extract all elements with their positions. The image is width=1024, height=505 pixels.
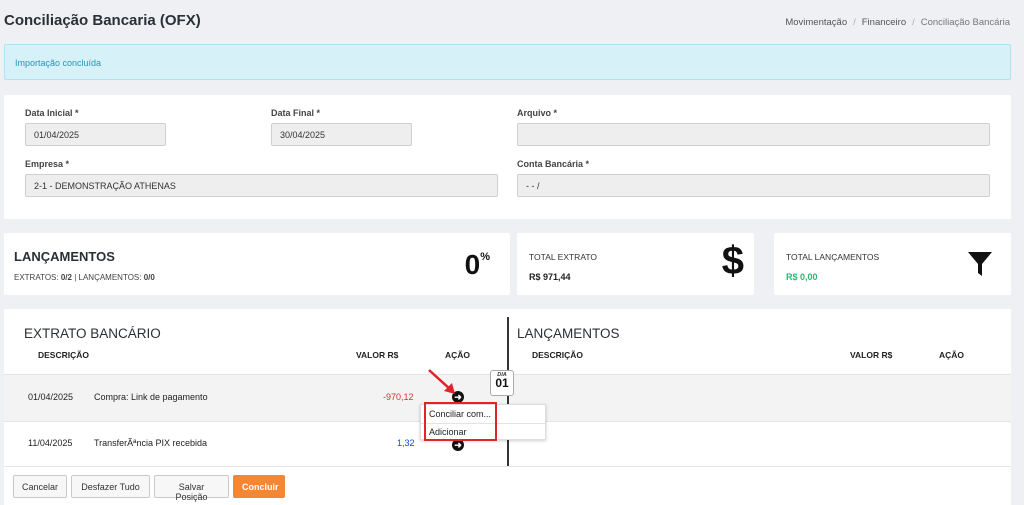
- import-success-alert: Importação concluída: [4, 44, 1011, 80]
- conciliation-percent: 0%: [465, 249, 490, 281]
- row-description: Compra: Link de pagamento: [94, 392, 208, 402]
- empresa-label: Empresa *: [25, 159, 70, 169]
- extratos-count: 0/2: [60, 273, 72, 282]
- conta-bancaria-field[interactable]: - - /: [517, 174, 990, 197]
- cancel-button[interactable]: Cancelar: [13, 475, 67, 498]
- red-pointer-arrow-icon: [428, 369, 455, 394]
- lancamentos-col-acao: AÇÃO: [939, 350, 965, 360]
- filter-card: Data Inicial * 01/04/2025 Data Final * 3…: [4, 95, 1011, 219]
- extrato-col-acao: AÇÃO: [445, 350, 471, 360]
- breadcrumb-item-financeiro[interactable]: Financeiro: [862, 17, 906, 28]
- dollar-icon: $: [721, 239, 744, 283]
- total-extrato-value: R$ 971,44: [529, 272, 571, 282]
- extrato-bancario-title: EXTRATO BANCÁRIO: [24, 326, 161, 341]
- total-extrato-title: TOTAL EXTRATO: [529, 252, 598, 262]
- lancamentos-col-descricao: DESCRIÇÃO: [532, 350, 584, 360]
- total-lancamentos-value: R$ 0,00: [786, 272, 818, 282]
- undo-all-button[interactable]: Desfazer Tudo: [71, 475, 150, 498]
- row-value: -970,12: [383, 392, 414, 402]
- page-title: Conciliação Bancaria (OFX): [4, 12, 201, 29]
- row-date: 01/04/2025: [28, 392, 74, 402]
- lancamentos-summary-card: LANÇAMENTOS EXTRATOS: 0/2 | LANÇAMENTOS:…: [4, 233, 510, 295]
- lancamentos-label: | LANÇAMENTOS:: [74, 273, 142, 282]
- lancamentos-title: LANÇAMENTOS: [517, 326, 620, 341]
- empresa-field[interactable]: 2-1 - DEMONSTRAÇÃO ATHENAS: [25, 174, 498, 197]
- footer-bar: Cancelar Desfazer Tudo Salvar Posição Co…: [4, 466, 1011, 505]
- breadcrumb: Movimentação / Financeiro / Conciliação …: [785, 17, 1010, 28]
- day-marker: DIA 01: [490, 370, 514, 396]
- data-inicial-field[interactable]: 01/04/2025: [25, 123, 166, 146]
- lancamentos-count: 0/0: [143, 273, 155, 282]
- total-lancamentos-card: TOTAL LANÇAMENTOS R$ 0,00: [774, 233, 1011, 295]
- percent-value: 0: [464, 249, 481, 280]
- total-extrato-card: TOTAL EXTRATO R$ 971,44 $: [517, 233, 754, 295]
- data-final-label: Data Final *: [271, 108, 321, 118]
- menu-highlight-box: [424, 402, 497, 441]
- extrato-col-descricao: DESCRIÇÃO: [38, 350, 90, 360]
- breadcrumb-separator: /: [853, 17, 856, 28]
- conta-bancaria-label: Conta Bancária *: [517, 159, 590, 169]
- breadcrumb-item-movimentacao[interactable]: Movimentação: [785, 17, 847, 28]
- day-marker-number: 01: [495, 376, 509, 390]
- extratos-label: EXTRATOS:: [14, 273, 59, 282]
- percent-symbol: %: [480, 251, 490, 263]
- conclude-button[interactable]: Concluir: [233, 475, 285, 498]
- breadcrumb-item-current: Conciliação Bancária: [920, 17, 1010, 28]
- row-description: TransferÃªncia PIX recebida: [94, 438, 208, 448]
- filter-icon[interactable]: [967, 250, 993, 278]
- lancamentos-summary-title: LANÇAMENTOS: [14, 249, 115, 264]
- extrato-col-valor: VALOR R$: [356, 350, 399, 360]
- row-value: 1,32: [397, 438, 415, 448]
- save-position-button[interactable]: Salvar Posição: [154, 475, 229, 502]
- total-lancamentos-title: TOTAL LANÇAMENTOS: [786, 252, 880, 262]
- data-inicial-label: Data Inicial *: [25, 108, 79, 118]
- arquivo-label: Arquivo *: [517, 108, 558, 118]
- row-date: 11/04/2025: [28, 438, 73, 448]
- data-final-field[interactable]: 30/04/2025: [271, 123, 412, 146]
- breadcrumb-separator: /: [912, 17, 915, 28]
- arquivo-field[interactable]: [517, 123, 990, 146]
- lancamentos-col-valor: VALOR R$: [850, 350, 893, 360]
- lancamentos-summary-counts: EXTRATOS: 0/2 | LANÇAMENTOS: 0/0: [14, 273, 155, 282]
